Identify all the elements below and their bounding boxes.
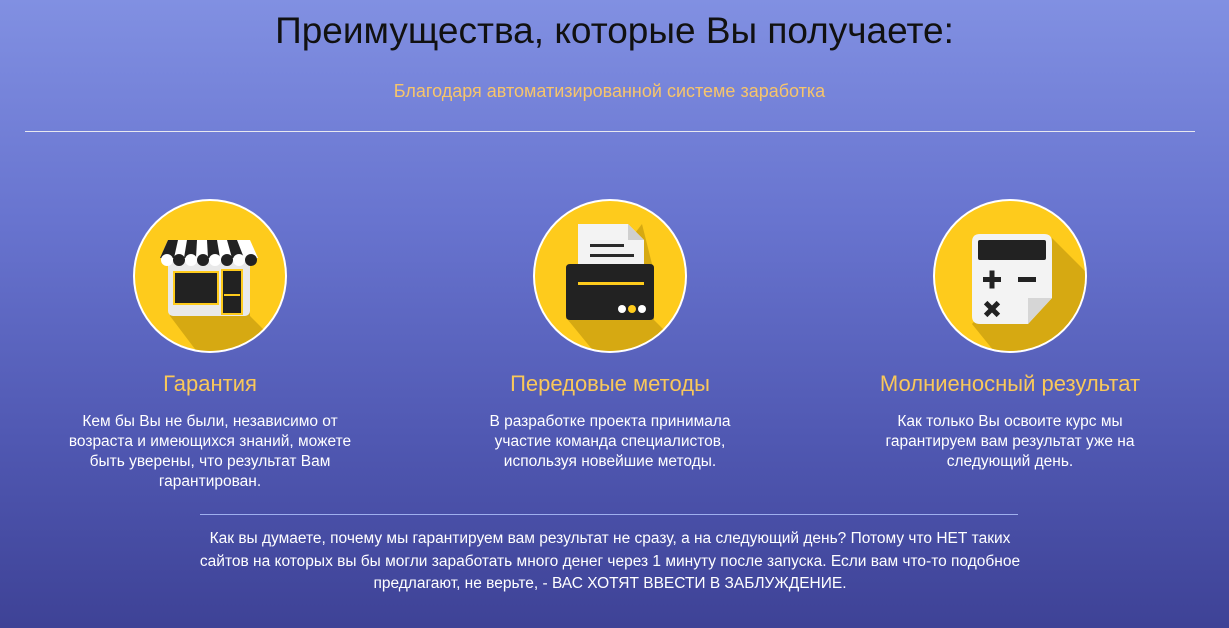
divider	[200, 514, 1018, 515]
feature-title: Передовые методы	[510, 371, 710, 396]
page-subtitle: Благодаря автоматизированной системе зар…	[393, 81, 826, 101]
page-title: Преимущества, которые Вы получаете:	[275, 10, 954, 51]
disclaimer-note: Как вы думаете, почему мы гарантируем ва…	[199, 530, 1021, 592]
feature-result: Молниеносный результат Как только Вы осв…	[830, 198, 1190, 472]
divider	[25, 131, 1195, 132]
feature-methods: Передовые методы В разработке проекта пр…	[430, 198, 790, 472]
feature-text: Кем бы Вы не были, независимо от возраст…	[68, 413, 352, 490]
feature-text: В разработке проекта принимала участие к…	[489, 413, 731, 470]
feature-guarantee: Гарантия Кем бы Вы не были, независимо о…	[30, 198, 390, 492]
calculator-icon	[932, 198, 1088, 354]
feature-text: Как только Вы освоите курс мы гарантируе…	[885, 413, 1135, 470]
shop-icon	[132, 198, 288, 354]
feature-title: Гарантия	[163, 371, 257, 396]
feature-title: Молниеносный результат	[879, 371, 1141, 396]
printer-icon	[532, 198, 688, 354]
